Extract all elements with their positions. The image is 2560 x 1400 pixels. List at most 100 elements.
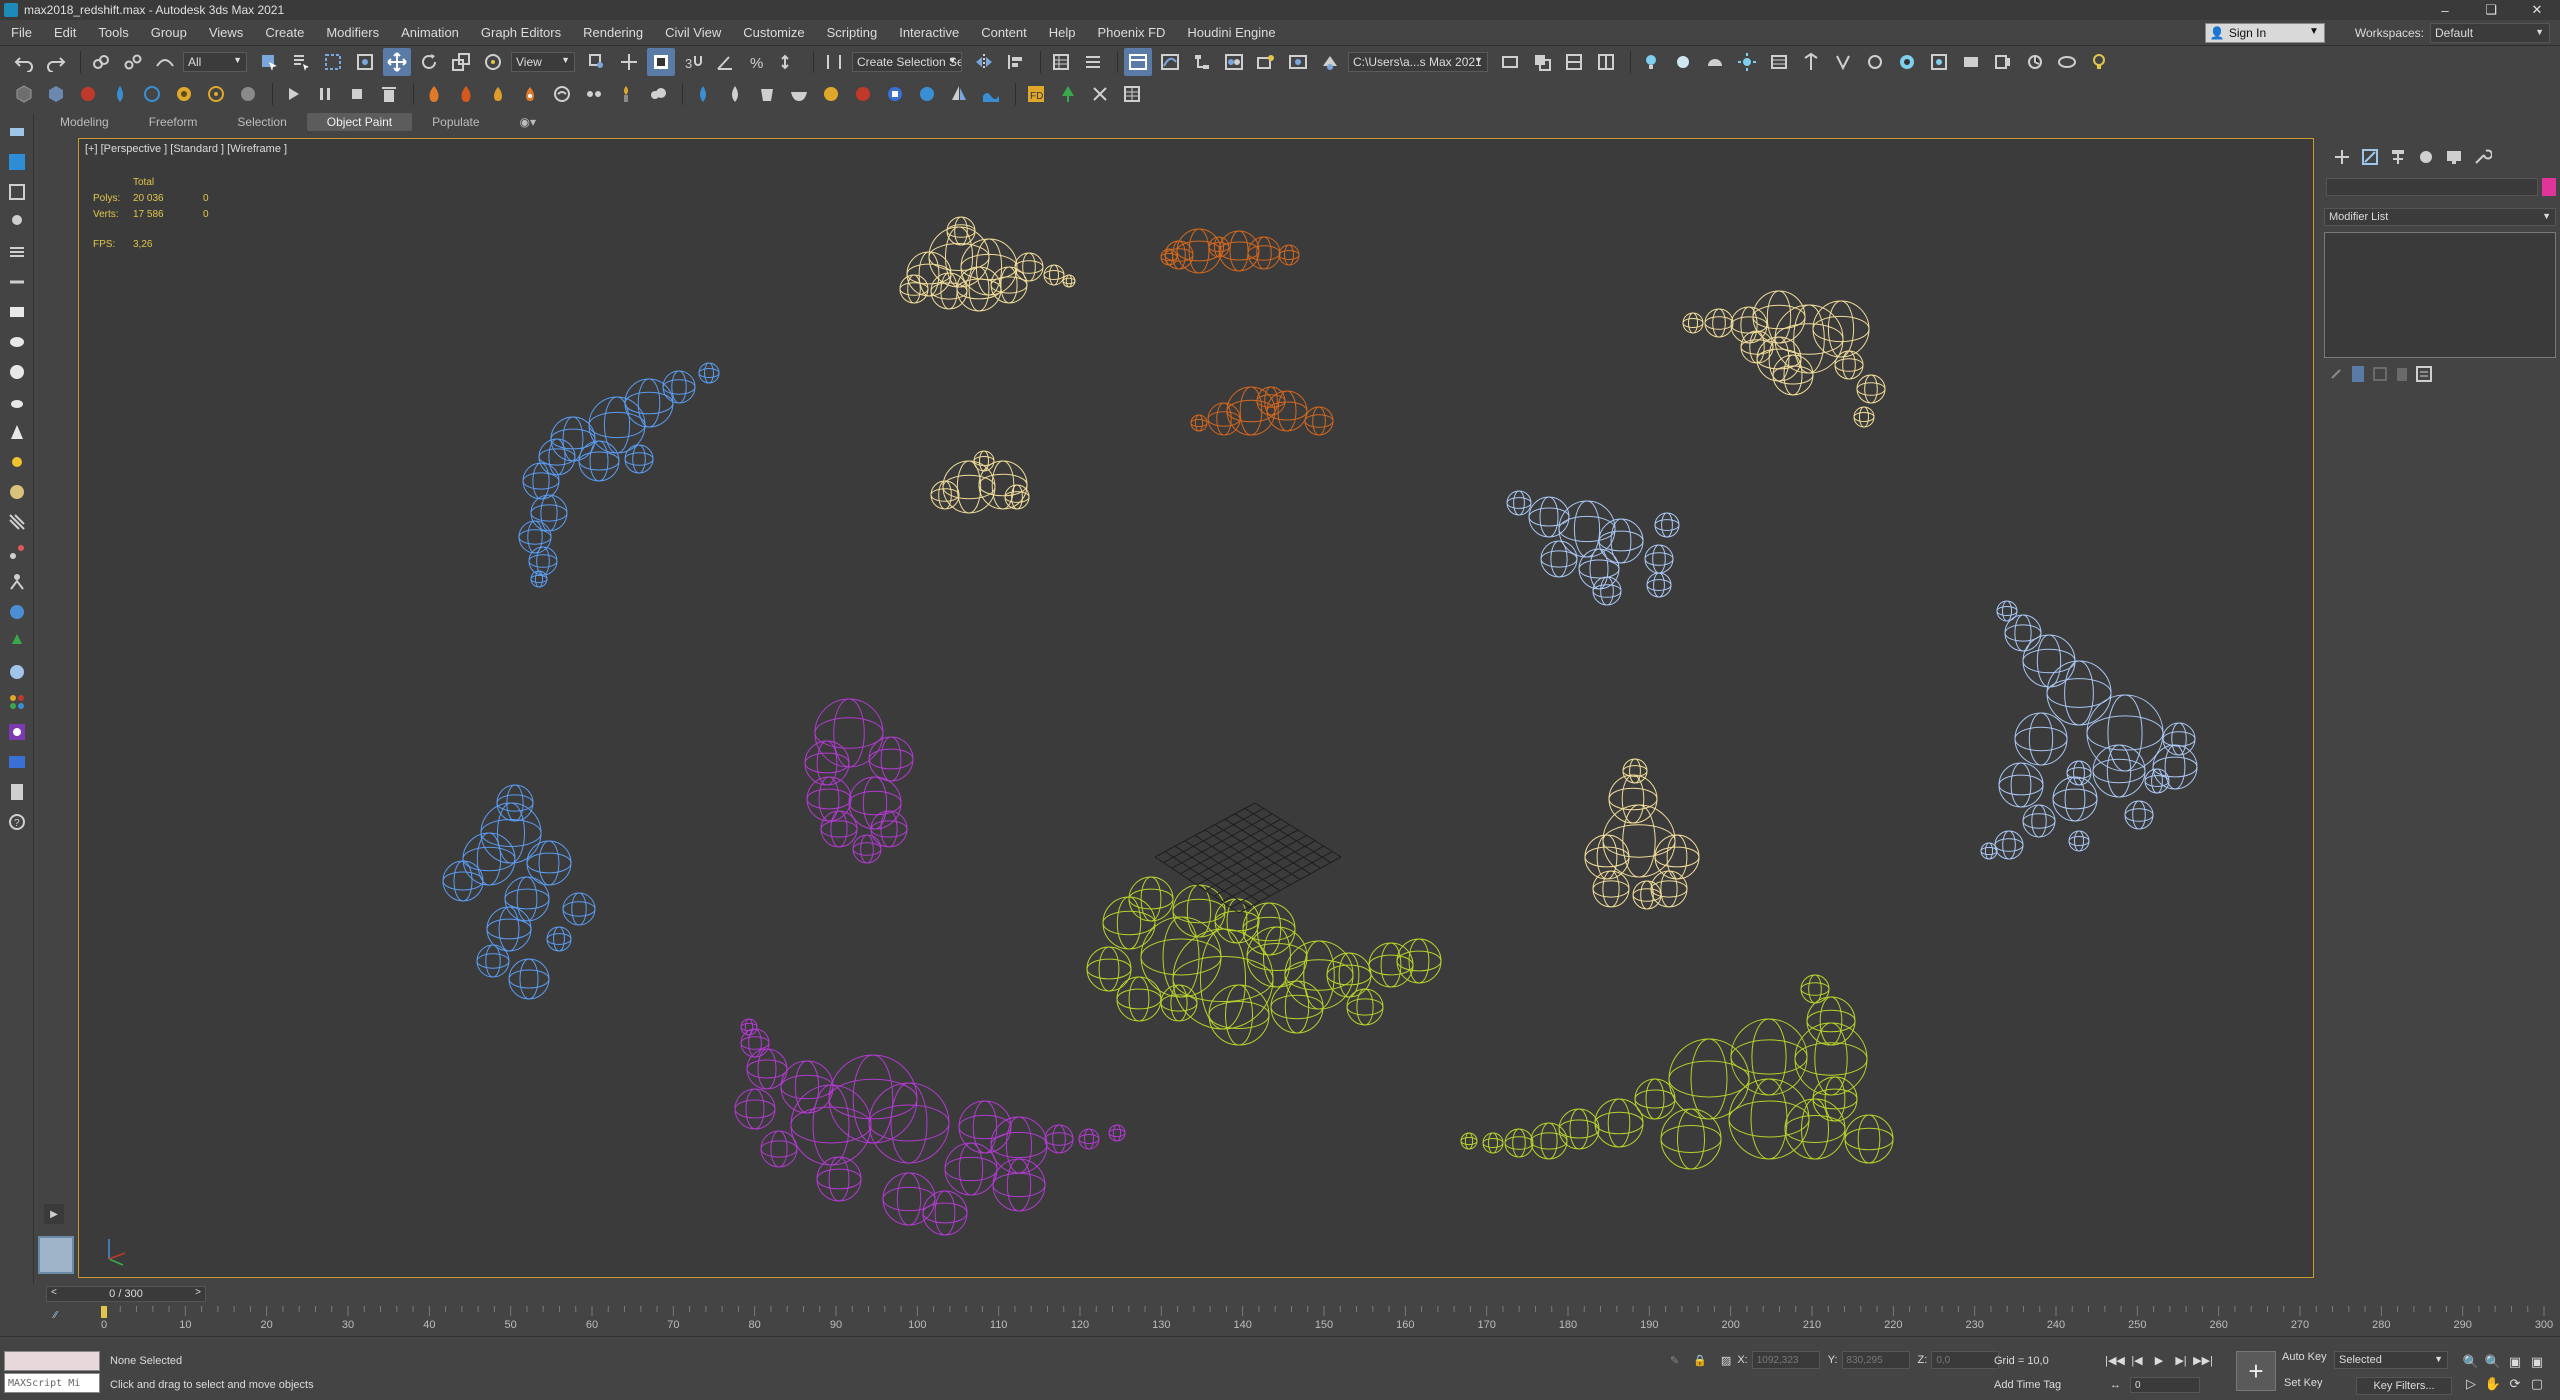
time-config-icon[interactable]: ↔ [2110,1379,2121,1391]
project-folder-dropdown[interactable]: C:\Users\a...s Max 2021 ▼ [1348,52,1488,72]
viewport-label[interactable]: [+] [Perspective ] [Standard ] [Wirefram… [85,143,287,155]
select-and-scale-icon[interactable] [447,48,475,76]
go-to-start-icon[interactable]: |◀◀ [2104,1351,2126,1369]
selection-filter-dropdown[interactable]: All ▼ [183,52,247,72]
next-frame-icon[interactable]: > [195,1287,201,1298]
current-frame-field[interactable]: 0 [2130,1377,2200,1393]
utilities-tab-icon[interactable] [2468,147,2496,167]
liquid-simulator-icon[interactable] [548,80,576,108]
redshift-tool-4-icon[interactable] [1861,48,1889,76]
light-lister-icon[interactable] [5,210,29,234]
particle-flow-icon[interactable] [580,80,608,108]
pan-view-icon[interactable]: ✋ [2482,1373,2504,1395]
menu-houdini-engine[interactable]: Houdini Engine [1176,25,1286,40]
cloud-orange-mid[interactable] [1190,386,1334,436]
sun-icon[interactable] [5,450,29,474]
material-editor-icon[interactable] [1220,48,1248,76]
cloud-cream-mid[interactable] [930,450,1030,514]
restore-button[interactable]: ❏ [2468,0,2514,20]
stop-icon[interactable] [343,80,371,108]
redshift-tool-3-icon[interactable] [1829,48,1857,76]
viewport-thumbnail[interactable] [38,1236,74,1274]
redshift-tool-8-icon[interactable] [1989,48,2017,76]
menu-animation[interactable]: Animation [390,25,470,40]
cloud-lime-bottomright[interactable] [1460,974,1894,1170]
select-object-icon[interactable] [255,48,283,76]
redo-button[interactable] [42,48,70,76]
splash-icon[interactable] [881,80,909,108]
render-production-icon[interactable] [1316,48,1344,76]
object-color-swatch[interactable] [2542,178,2556,196]
paint-icon[interactable] [5,720,29,744]
cloud-lime-center[interactable] [1086,876,1442,1046]
remove-modifier-icon[interactable] [2392,364,2410,382]
z-coordinate-field[interactable]: 0,0 [1931,1351,2000,1369]
attractor-icon[interactable] [202,80,230,108]
key-filters-button[interactable]: Key Filters... [2356,1377,2452,1395]
cloud-cream-topright[interactable] [1682,290,1886,428]
tree-icon[interactable] [1054,80,1082,108]
zoom-all-icon[interactable]: 🔍 [2482,1351,2504,1373]
water-tool-2-icon[interactable] [721,80,749,108]
layers-icon[interactable] [5,240,29,264]
timeline-ruler[interactable]: 0 10 20 30 40 50 60 70 80 90 100 110 120 130 140 150 160… [94,1306,2554,1332]
select-and-move-icon[interactable] [383,48,411,76]
field-of-view-icon[interactable]: ▷ [2460,1373,2482,1395]
menu-scripting[interactable]: Scripting [816,25,889,40]
align-icon[interactable] [1002,48,1030,76]
character-icon[interactable] [5,570,29,594]
phoenix-tool-3-icon[interactable] [1560,48,1588,76]
minimize-button[interactable]: – [2422,0,2468,20]
layer-explorer-icon[interactable] [1079,48,1107,76]
material-sphere-icon[interactable] [5,480,29,504]
play-animation-icon[interactable]: ▶ [2148,1351,2170,1369]
time-slider[interactable]: < 0 / 300 > [46,1286,206,1302]
box-create-icon[interactable] [5,300,29,324]
modifier-list-dropdown[interactable]: Modifier List ▼ [2324,208,2556,226]
hierarchy-tab-icon[interactable] [2384,147,2412,167]
zoom-icon[interactable]: 🔍 [2460,1351,2482,1373]
select-manipulate-icon[interactable] [615,48,643,76]
redshift-tool-1-icon[interactable] [1765,48,1793,76]
particle-filter-icon[interactable] [234,80,262,108]
modify-tab-icon[interactable] [2356,147,2384,167]
link-icon[interactable] [87,48,115,76]
mini-curve-editor-icon[interactable]: ∕∕ [54,1310,57,1321]
bowl-icon[interactable] [785,80,813,108]
sphere-create-icon[interactable] [5,360,29,384]
absolute-mode-icon[interactable]: ▨ [1721,1354,1731,1367]
window-crossing-icon[interactable] [351,48,379,76]
phoenix-tool-4-icon[interactable] [1592,48,1620,76]
show-end-result-icon[interactable] [2348,364,2366,382]
globe-icon[interactable] [5,660,29,684]
wave-icon[interactable] [913,80,941,108]
display-tab-icon[interactable] [2440,147,2468,167]
cup-icon[interactable] [753,80,781,108]
select-by-name-icon[interactable] [287,48,315,76]
select-and-place-icon[interactable] [479,48,507,76]
align-tools-icon[interactable] [5,270,29,294]
fire-emitter-icon[interactable] [484,80,512,108]
menu-file[interactable]: File [0,25,43,40]
menu-interactive[interactable]: Interactive [888,25,970,40]
tab-modeling[interactable]: Modeling [40,113,129,131]
perspective-viewport[interactable]: [+] [Perspective ] [Standard ] [Wirefram… [78,138,2314,1278]
toggle-ribbon-icon[interactable] [1124,48,1152,76]
prev-frame-icon[interactable]: < [51,1287,57,1298]
lock-selection-icon[interactable]: 🔒 [1693,1354,1707,1367]
tab-object-paint[interactable]: Object Paint [306,113,413,131]
cloud-cream-top[interactable] [899,216,1076,312]
redshift-tool-9-icon[interactable] [2021,48,2049,76]
red-dot-icon[interactable] [849,80,877,108]
ribbon-options-icon[interactable]: ◉▾ [500,113,557,131]
light-bulb-icon[interactable] [1637,48,1665,76]
cone-create-icon[interactable] [5,420,29,444]
cloud-cream-lowright[interactable] [1584,758,1700,910]
maxscript-listener-input[interactable]: MAXScript Mi [4,1373,100,1393]
tools-icon[interactable] [1086,80,1114,108]
menu-tools[interactable]: Tools [87,25,139,40]
auto-key-button[interactable]: Auto Key [2282,1351,2327,1363]
cloud-blue-left[interactable] [518,362,720,588]
foam-icon[interactable] [817,80,845,108]
select-and-rotate-icon[interactable] [415,48,443,76]
